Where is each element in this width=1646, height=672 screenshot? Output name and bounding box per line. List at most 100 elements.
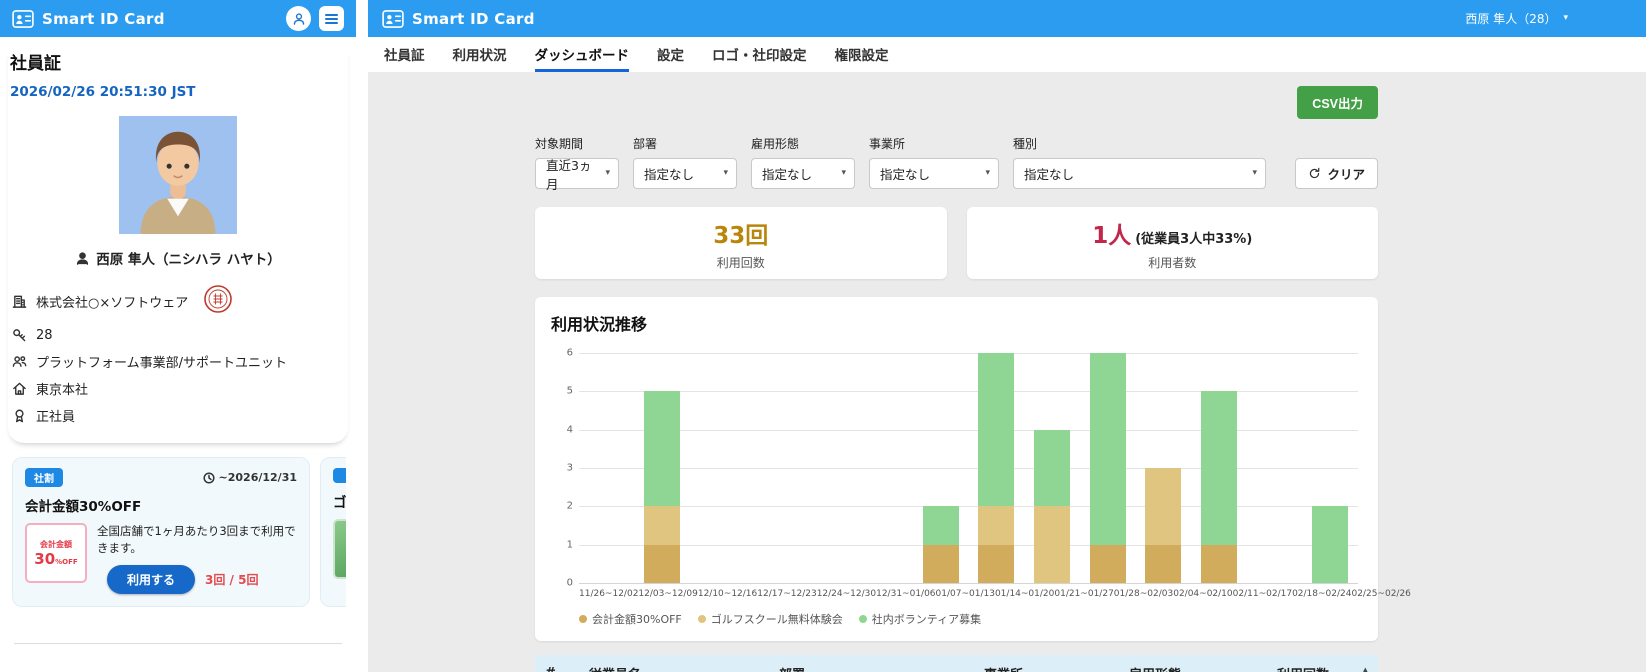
filter-bar: 対象期間 直近3ヵ月▾ 部署 指定なし▾ 雇用形態 指定なし▾ (535, 135, 1378, 189)
employee-photo (119, 116, 237, 234)
coupon-actions: 利用する 3回 / 5回 (97, 565, 297, 594)
bar-segment (1034, 506, 1070, 583)
coupon-usage: 3回 / 5回 (205, 571, 258, 588)
x-axis-label: 01/07~01/13 (936, 589, 995, 599)
x-axis-label: 12/24~12/30 (817, 589, 876, 599)
category-select[interactable]: 指定なし▾ (1013, 158, 1266, 189)
x-axis-label: 12/03~12/09 (638, 589, 697, 599)
app-logo: Smart ID Card (12, 10, 165, 28)
x-axis-label: 12/31~01/06 (876, 589, 935, 599)
bar-segment (644, 545, 680, 583)
person-icon (75, 251, 90, 266)
chevron-down-icon: ▾ (723, 169, 728, 178)
profile-button[interactable] (286, 6, 311, 31)
office-row: 東京本社 (10, 375, 346, 402)
y-axis-tick: 5 (553, 386, 573, 397)
bar-segment (1090, 353, 1126, 545)
filter-employment-type: 雇用形態 指定なし▾ (751, 135, 855, 189)
bar-segment (1312, 506, 1348, 583)
bar-segment (1090, 545, 1126, 583)
x-axis-label: 01/14~01/20 (995, 589, 1054, 599)
coupon-top (333, 468, 346, 483)
office: 東京本社 (36, 379, 88, 398)
legend-item: 社内ボランティア募集 (859, 611, 981, 627)
tab-logo-seal-settings[interactable]: ロゴ・社印設定 (712, 37, 807, 72)
x-axis-label: 02/11~02/17 (1233, 589, 1292, 599)
home-icon (12, 381, 27, 396)
tab-settings[interactable]: 設定 (657, 37, 684, 72)
bar-01/28~02/03 (1080, 353, 1136, 583)
csv-export-button[interactable]: CSV出力 (1297, 86, 1378, 119)
stat-card-user-count: 1人 (従業員3人中33%) 利用者数 (967, 207, 1379, 279)
chart-x-labels: 11/26~12/0212/03~12/0912/10~12/1612/17~1… (579, 589, 1358, 599)
dashboard-content: CSV出力 対象期間 直近3ヵ月▾ 部署 指定なし▾ 雇用形態 (368, 72, 1646, 672)
chart-legend: 会計金額30%OFF ゴルフスクール無料体験会 社内ボランティア募集 (579, 611, 1362, 627)
id-card-icon (12, 10, 34, 28)
filter-period: 対象期間 直近3ヵ月▾ (535, 135, 619, 189)
bar-segment (644, 391, 680, 506)
sort-icon[interactable]: ▲▼ (1363, 667, 1368, 672)
filter-label: 雇用形態 (751, 135, 855, 152)
employee-number-row: 28 (10, 322, 346, 348)
bar-02/25~02/26 (1302, 506, 1358, 583)
x-axis-label: 11/26~12/02 (579, 589, 638, 599)
x-axis-label: 02/25~02/26 (1351, 589, 1410, 599)
main-header: Smart ID Card 西原 隼人（28） ▾ (368, 0, 1646, 37)
filter-label: 部署 (633, 135, 737, 152)
clear-filters-button[interactable]: クリア (1295, 158, 1378, 189)
left-body: 社員証 2026/02/26 20:51:30 JST (0, 37, 356, 672)
col-employee-name: 従業員名 (589, 664, 779, 672)
employee-info-list: 株式会社○×ソフトウェア 28 (10, 280, 346, 429)
bar-segment (978, 545, 1014, 583)
x-axis-label: 12/17~12/23 (757, 589, 816, 599)
period-select[interactable]: 直近3ヵ月▾ (535, 158, 619, 189)
office-select[interactable]: 指定なし▾ (869, 158, 999, 189)
avatar-wrap (10, 116, 346, 234)
col-employment-type: 雇用形態 (1129, 664, 1277, 672)
user-label: 西原 隼人（28） (1465, 10, 1556, 27)
chart-plot-wrap: 0123456 11/26~12/0212/03~12/0912/10~12/1… (579, 353, 1358, 599)
building-icon (12, 294, 27, 309)
tab-usage[interactable]: 利用状況 (453, 37, 507, 72)
thumb-discount: 30%OFF (34, 551, 77, 567)
department-select[interactable]: 指定なし▾ (633, 158, 737, 189)
x-axis-label: 02/18~02/24 (1292, 589, 1351, 599)
employment-type-row: 正社員 (10, 402, 346, 429)
chevron-down-icon: ▾ (605, 169, 610, 178)
left-header-actions (286, 6, 344, 31)
coupon-top: 社割 ~2026/12/31 (25, 468, 297, 487)
y-axis-tick: 2 (553, 501, 573, 512)
tab-dashboard[interactable]: ダッシュボード (535, 37, 630, 72)
use-coupon-button[interactable]: 利用する (107, 565, 195, 594)
coupon-body (333, 519, 346, 579)
legend-dot (579, 615, 587, 623)
tab-permission-settings[interactable]: 権限設定 (835, 37, 889, 72)
coupon-list: 社割 ~2026/12/31 会計金額30%OFF 会計金額 30%OFF (10, 457, 346, 607)
x-axis-label: 12/10~12/16 (698, 589, 757, 599)
coupon-card-discount: 社割 ~2026/12/31 会計金額30%OFF 会計金額 30%OFF (12, 457, 310, 607)
csv-row: CSV出力 (535, 86, 1378, 119)
col-usage-count: 利用回数 (1277, 664, 1332, 672)
y-axis-tick: 4 (553, 424, 573, 435)
filter-label: 事業所 (869, 135, 999, 152)
coupon-thumbnail: 会計金額 30%OFF (25, 523, 87, 583)
bar-segment (978, 353, 1014, 506)
tab-employee-card[interactable]: 社員証 (384, 37, 425, 72)
user-menu[interactable]: 西原 隼人（28） ▾ (1465, 10, 1568, 27)
employment-type-select[interactable]: 指定なし▾ (751, 158, 855, 189)
employee-number: 28 (36, 328, 53, 343)
bar-01/14~01/20 (968, 353, 1024, 583)
bar-segment (644, 506, 680, 544)
coupon-badge: 社割 (25, 468, 63, 487)
bar-segment (1145, 468, 1181, 545)
menu-button[interactable] (319, 6, 344, 31)
bar-02/04~02/10 (1135, 468, 1191, 583)
tab-bar: 社員証 利用状況 ダッシュボード 設定 ロゴ・社印設定 権限設定 (368, 37, 1646, 72)
coupon-description: 全国店舗で1ヶ月あたり3回まで利用できます。 (97, 523, 297, 556)
y-axis-tick: 3 (553, 463, 573, 474)
chevron-down-icon: ▾ (1563, 14, 1568, 23)
chevron-down-icon: ▾ (1252, 169, 1257, 178)
coupon-title: 会計金額30%OFF (25, 495, 297, 515)
timestamp: 2026/02/26 20:51:30 JST (10, 84, 346, 100)
app-logo: Smart ID Card (382, 10, 535, 28)
